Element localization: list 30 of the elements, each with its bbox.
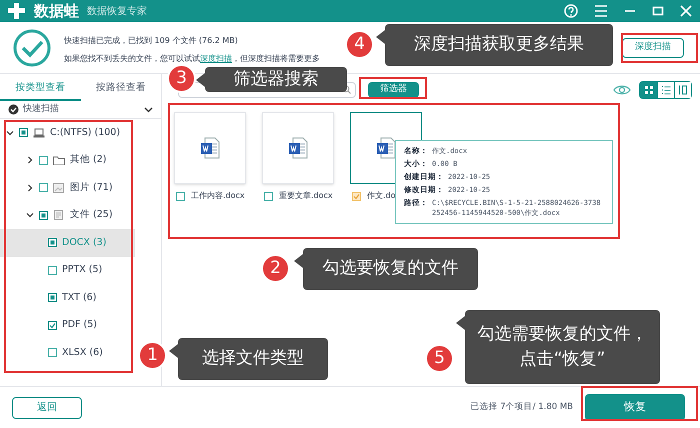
scan-result-text: 快速扫描已完成，已找到 109 个文件 (76.2 MB) <box>64 34 239 46</box>
app-subtitle: 数据恢复专家 <box>87 4 147 18</box>
scan-mode-label: 快速扫描 <box>23 102 60 116</box>
tree-label: 其他 (2) <box>70 153 106 168</box>
selection-info: 已选择 7个项目/ 1.80 MB <box>470 401 573 414</box>
callout-text: 勾选需要恢复的文件， <box>478 322 648 346</box>
step-number-tooltip: 3 <box>167 64 196 93</box>
tree-label: XLSX (6) <box>62 346 103 360</box>
callout-text: 点击“恢复” <box>520 348 606 371</box>
tree-label: PPTX (5) <box>62 263 102 278</box>
hint-text: ，但深度扫描将需要更多 <box>232 52 320 64</box>
tree-label: C:(NTFS) (100) <box>50 126 120 140</box>
tree-label: 图片 (71) <box>70 180 113 195</box>
callout-text: 选择文件类型 <box>202 347 304 370</box>
callout-text: 勾选要恢复的文件 <box>322 257 458 280</box>
tree-label: DOCX (3) <box>62 236 106 250</box>
callout-text: 深度扫描获取更多结果 <box>414 33 584 56</box>
app-title: 数据蛙 <box>34 0 79 22</box>
step-number-tooltip: 2 <box>261 254 290 283</box>
file-name: 工作内容.docx <box>191 190 245 202</box>
tree-label: PDF (5) <box>62 318 97 332</box>
callout-text: 筛选器搜索 <box>234 68 318 91</box>
hint-text: 如果您找不到丢失的文件，您可以试试 <box>64 52 200 64</box>
step-number-tooltip: 4 <box>345 30 374 59</box>
tree-label: TXT (6) <box>62 290 96 305</box>
tree-label: 文件 (25) <box>70 208 113 222</box>
file-name: 重要文章.docx <box>279 190 333 202</box>
step-number-tooltip: 1 <box>138 341 167 370</box>
step-number-tooltip: 5 <box>425 344 454 373</box>
file-name: 作文.do <box>367 190 396 202</box>
